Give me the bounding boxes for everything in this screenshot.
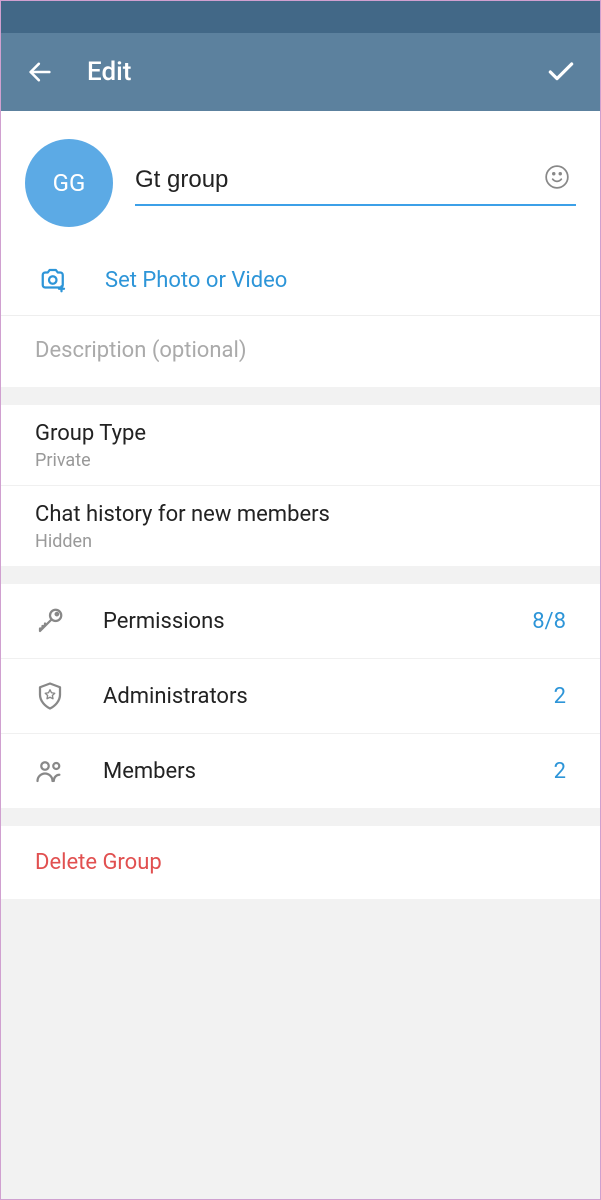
camera-icon — [39, 265, 69, 295]
group-avatar[interactable]: GG — [25, 139, 113, 227]
confirm-button[interactable] — [544, 55, 578, 89]
administrators-row[interactable]: Administrators 2 — [1, 659, 600, 734]
group-name-input[interactable] — [135, 160, 576, 206]
description-input[interactable]: Description (optional) — [1, 316, 600, 387]
key-icon — [35, 606, 65, 636]
set-photo-row[interactable]: Set Photo or Video — [1, 247, 600, 316]
arrow-left-icon — [26, 58, 54, 86]
chat-history-row[interactable]: Chat history for new members Hidden — [1, 486, 600, 566]
emoji-button[interactable] — [542, 162, 572, 192]
members-count: 2 — [554, 759, 566, 784]
settings-section: Group Type Private Chat history for new … — [1, 405, 600, 566]
group-type-title: Group Type — [35, 421, 576, 446]
avatar-initials: GG — [53, 169, 86, 197]
members-label: Members — [103, 759, 554, 784]
management-section: Permissions 8/8 Administrators 2 — [1, 584, 600, 808]
permissions-row[interactable]: Permissions 8/8 — [1, 584, 600, 659]
members-row[interactable]: Members 2 — [1, 734, 600, 808]
status-bar — [1, 1, 600, 33]
shield-icon — [35, 681, 65, 711]
chat-history-title: Chat history for new members — [35, 502, 576, 527]
set-photo-label: Set Photo or Video — [105, 268, 287, 293]
header: Edit — [1, 33, 600, 111]
administrators-count: 2 — [554, 684, 566, 709]
section-gap — [1, 387, 600, 405]
header-title: Edit — [87, 57, 544, 87]
name-input-wrap — [135, 160, 576, 206]
section-gap — [1, 808, 600, 826]
permissions-count: 8/8 — [532, 609, 566, 634]
section-gap — [1, 566, 600, 584]
group-type-value: Private — [35, 450, 576, 471]
group-type-row[interactable]: Group Type Private — [1, 405, 600, 486]
delete-group-button[interactable]: Delete Group — [1, 826, 600, 899]
administrators-label: Administrators — [103, 684, 554, 709]
permissions-label: Permissions — [103, 609, 532, 634]
emoji-icon — [544, 164, 570, 190]
chat-history-value: Hidden — [35, 531, 576, 552]
back-button[interactable] — [23, 55, 57, 89]
members-icon — [35, 756, 65, 786]
footer-gap — [1, 899, 600, 1199]
name-section: GG — [1, 111, 600, 247]
checkmark-icon — [545, 56, 577, 88]
